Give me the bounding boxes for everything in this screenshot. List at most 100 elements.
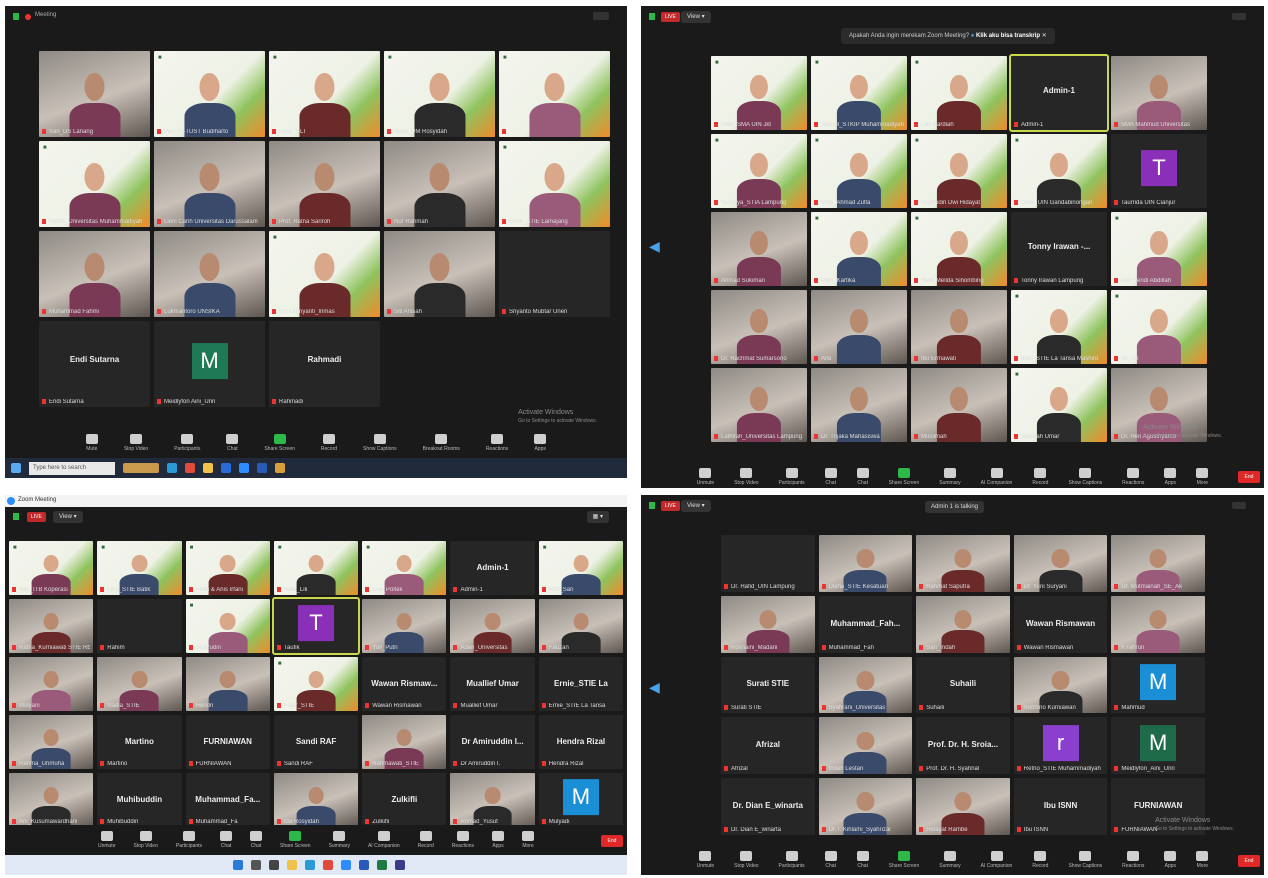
record-button[interactable]: Record xyxy=(321,434,337,452)
participant-tile-wawan-rismawan[interactable]: Wawan Rismawan Wawan Rismawan xyxy=(1013,595,1108,653)
chat-button[interactable]: Chat xyxy=(824,468,837,486)
participant-tile-lina-stie-batik[interactable]: ■ Lina_STIE Batik xyxy=(97,541,182,595)
participant-tile-fauzan[interactable]: Fauzan xyxy=(538,599,624,653)
participant-tile-surati-stie[interactable]: Surati STIE Surati STIE xyxy=(721,656,815,714)
participant-tile-ibu-isnn[interactable]: Ibu ISNN Ibu ISNN xyxy=(1013,778,1108,835)
participant-tile-zulkifli[interactable]: Zulkifli Zulkifli xyxy=(362,773,447,827)
participant-tile-ahmad-yusuf[interactable]: Ahmad_Yusuf xyxy=(450,773,535,827)
unmute-button[interactable]: Unmute xyxy=(697,468,714,486)
breakout-rooms-button[interactable]: Breakout Rooms xyxy=(423,434,460,452)
participant-tile-indah-lestari[interactable]: Indah Lestari xyxy=(818,717,913,775)
participant-tile-dr-yuni-suryani[interactable]: Dr. Yuni Suryani xyxy=(1013,535,1108,592)
participant-tile-siti-anisah[interactable]: Siti Anisah xyxy=(384,231,495,317)
chat-button[interactable]: Chat xyxy=(856,851,869,869)
participant-tile-yuli-putri[interactable]: Yuli_Putri xyxy=(362,599,447,653)
participant-tile-eva-poltek[interactable]: ■ Eva_Poltek xyxy=(362,541,447,595)
zoom-icon[interactable] xyxy=(239,463,249,473)
ai-companion-button[interactable]: AI Companion xyxy=(981,468,1012,486)
participant-tile-ibu-ermawati[interactable]: Ibu Ermawati xyxy=(911,290,1007,364)
participant-tile-hendri[interactable]: Hendri xyxy=(185,657,270,711)
participant-tile-rosnaini-madani[interactable]: Rosnaini_Madani xyxy=(721,595,815,653)
participant-tile-diana-stie-kesatuan[interactable]: Diana_STIE Kesatuan xyxy=(818,535,913,592)
participant-tile-dewi-uin-gandabinongan[interactable]: ■ Dewi_UIN Gandabinongan xyxy=(1011,134,1107,208)
view-button[interactable] xyxy=(1232,13,1246,20)
participant-tile-indri-stie-la-tansa-mashiro[interactable]: ■ Indri_STIE La Tansa Mashiro xyxy=(1011,290,1107,364)
participant-tile-rahmat-saputra[interactable]: Rahmat Saputra xyxy=(916,535,1010,592)
participant-tile-rahim[interactable]: Rahim xyxy=(97,599,182,653)
view-dropdown[interactable]: View ▾ xyxy=(681,11,711,23)
summary-button[interactable]: Summary xyxy=(939,468,961,486)
participant-tile-syafrudin-dwi-hidayat[interactable]: ■ Syafrudin Dwi Hidayat xyxy=(911,134,1007,208)
record-button[interactable]: Record xyxy=(1032,851,1048,869)
participant-tile-afrizal[interactable]: Afrizal Afrizal xyxy=(721,717,815,775)
participant-tile-febri-anis-irfani[interactable]: ■ Febri & Anis Irfani xyxy=(185,541,270,595)
participant-tile-saadiah-umar[interactable]: ■ Saadiah Umar xyxy=(1011,368,1107,442)
participant-tile-wawan-rismawan[interactable]: Wawan Rismaw... Wawan Rismawan xyxy=(362,657,447,711)
participant-tile-ida-rosyidah[interactable]: Ida Rosyidah xyxy=(273,773,359,827)
participant-tile-alfa[interactable]: Alfa xyxy=(811,290,907,364)
participant-tile-mulyadi[interactable]: M Mulyadi xyxy=(538,773,624,827)
close-icon[interactable]: ✕ xyxy=(1042,33,1047,39)
participant-tile-muhammad-fahmi[interactable]: Muhammad Fahmi xyxy=(39,231,150,317)
participant-tile-meidlyfon-aini-unri[interactable]: M Meidlyfon_Aini_Unri xyxy=(1111,717,1205,775)
participants-button[interactable]: Participants xyxy=(779,468,805,486)
show-captions-button[interactable]: Show Captions xyxy=(1068,851,1102,869)
participant-tile-nelia-um-rosyidah[interactable]: ■ Nelia_UM Rosyidah xyxy=(384,51,495,137)
apps-button[interactable]: Apps xyxy=(1164,851,1177,869)
share-screen-button[interactable]: Share Screen xyxy=(264,434,295,452)
participant-tile-syaiful-stkip-muhammadiyah[interactable]: ■ Syaiful_STKIP Muhammadiyah xyxy=(811,56,907,130)
speaker-view-button[interactable]: ▦ ▾ xyxy=(586,511,609,523)
participant-tile-dr-dian-e-winarta[interactable]: Dr. Dian E_winarta Dr. Dian E_winarta xyxy=(721,778,815,835)
participant-tile-admin-1[interactable]: Admin-1 Admin-1 xyxy=(1009,54,1109,132)
participant-tile-dr-hafid-uin-lampung[interactable]: Dr. Hafid_UIN Lampung xyxy=(721,535,815,592)
ai-companion-button[interactable]: AI Companion xyxy=(981,851,1012,869)
edge-icon[interactable] xyxy=(305,860,315,870)
participant-tile-sutrisno-kurniawan[interactable]: Sutrisno Kurniawan xyxy=(1013,656,1108,714)
participant-tile-muallief-umar[interactable]: Muallief Umar Muallief Umar xyxy=(450,657,535,711)
apps-button[interactable]: Apps xyxy=(534,434,547,452)
stop-video-button[interactable]: Stop Video xyxy=(124,434,148,452)
participant-tile-lieni-cahh-universitas-darussalam[interactable]: Lieni Cahh Universitas Darussalam xyxy=(154,141,265,227)
reactions-button[interactable]: Reactions xyxy=(1122,851,1144,869)
participant-tile-suhaili[interactable]: Suhaili Suhaili xyxy=(916,656,1010,714)
record-button[interactable]: Record xyxy=(418,831,434,849)
participant-tile-endi-sutarna[interactable]: Endi Sutarna Endi Sutarna xyxy=(39,321,150,407)
participant-tile-syafrudin[interactable]: ■ Syafrudin xyxy=(185,599,270,653)
excel-icon[interactable] xyxy=(377,860,387,870)
participant-tile-lukmantoro-unsika[interactable]: Lukmantoro UNSIKA xyxy=(154,231,265,317)
participants-button[interactable]: Participants xyxy=(779,851,805,869)
reactions-button[interactable]: Reactions xyxy=(452,831,474,849)
participant-tile-yanti-melida-sihombing[interactable]: ■ Yanti Melida Sihombing xyxy=(911,212,1007,286)
participant-tile-ernie-stie-la-tansa[interactable]: Ernie_STIE La Ernie_STIE La Tansa xyxy=(538,657,624,711)
participant-tile-ratu-sma-uin-jkt[interactable]: ■ Ratu_SMA UIN Jkt xyxy=(711,56,807,130)
participant-tile-prof-ratna-sariroh[interactable]: Prof. Ratna Sariroh xyxy=(269,141,380,227)
participant-tile-dr-rachmat-sumarsono[interactable]: Dr. Rachmat Sumarsono xyxy=(711,290,807,364)
participant-tile-tonny-irawan-lampung[interactable]: Tonny Irawan -... Tonny Irawan Lampung xyxy=(1011,212,1107,286)
previous-page-arrow-icon[interactable]: ◀ xyxy=(649,679,660,696)
chat-button[interactable]: Chat xyxy=(226,434,239,452)
participant-tile-ahmad-sukiman[interactable]: Ahmad Sukiman xyxy=(711,212,807,286)
view-dropdown[interactable]: View ▾ xyxy=(53,511,83,523)
photos-icon[interactable] xyxy=(275,463,285,473)
participant-tile-sriyanto-mubtar-unen[interactable]: Sriyanto Mubtar Unen xyxy=(499,231,610,317)
notice-action[interactable]: Klik aku bisa transkrip xyxy=(976,33,1040,39)
participant-tile-putri-kartika[interactable]: ■ Putri_Kartika xyxy=(811,212,907,286)
edge-icon[interactable] xyxy=(167,463,177,473)
word-icon[interactable] xyxy=(257,463,267,473)
participant-tile-ernie-stie-lamajang[interactable]: ■ Ernie_STIE Lamajang xyxy=(499,141,610,227)
word-icon[interactable] xyxy=(359,860,369,870)
view-button[interactable] xyxy=(593,12,609,20)
reactions-button[interactable]: Reactions xyxy=(1122,468,1144,486)
participant-tile-lilis-kardiah[interactable]: ■ Lilis Kardiah xyxy=(911,56,1007,130)
participant-tile-rahmawati-stie[interactable]: Rahmawati_STIE xyxy=(362,715,447,769)
ai-companion-button[interactable]: AI Companion xyxy=(368,831,400,849)
leave-button[interactable]: End xyxy=(601,835,623,847)
participant-tile-eni-gufriyanti-inmas[interactable]: ■ Eni Gufriyanti_Inmas xyxy=(269,231,380,317)
chrome-icon[interactable] xyxy=(185,463,195,473)
participant-tile-ratu-lili[interactable]: ■ Ratu_Lili xyxy=(273,541,359,595)
participant-tile-ratna-kurniawati-stie-rbg[interactable]: Ratna_Kurniawati STIE Rbg xyxy=(9,599,94,653)
participants-button[interactable]: Participants xyxy=(176,831,202,849)
previous-page-arrow-icon[interactable]: ◀ xyxy=(649,238,660,255)
participant-tile-fajar-stie[interactable]: ■ Fajar_STIE xyxy=(273,657,359,711)
explorer-icon[interactable] xyxy=(203,463,213,473)
